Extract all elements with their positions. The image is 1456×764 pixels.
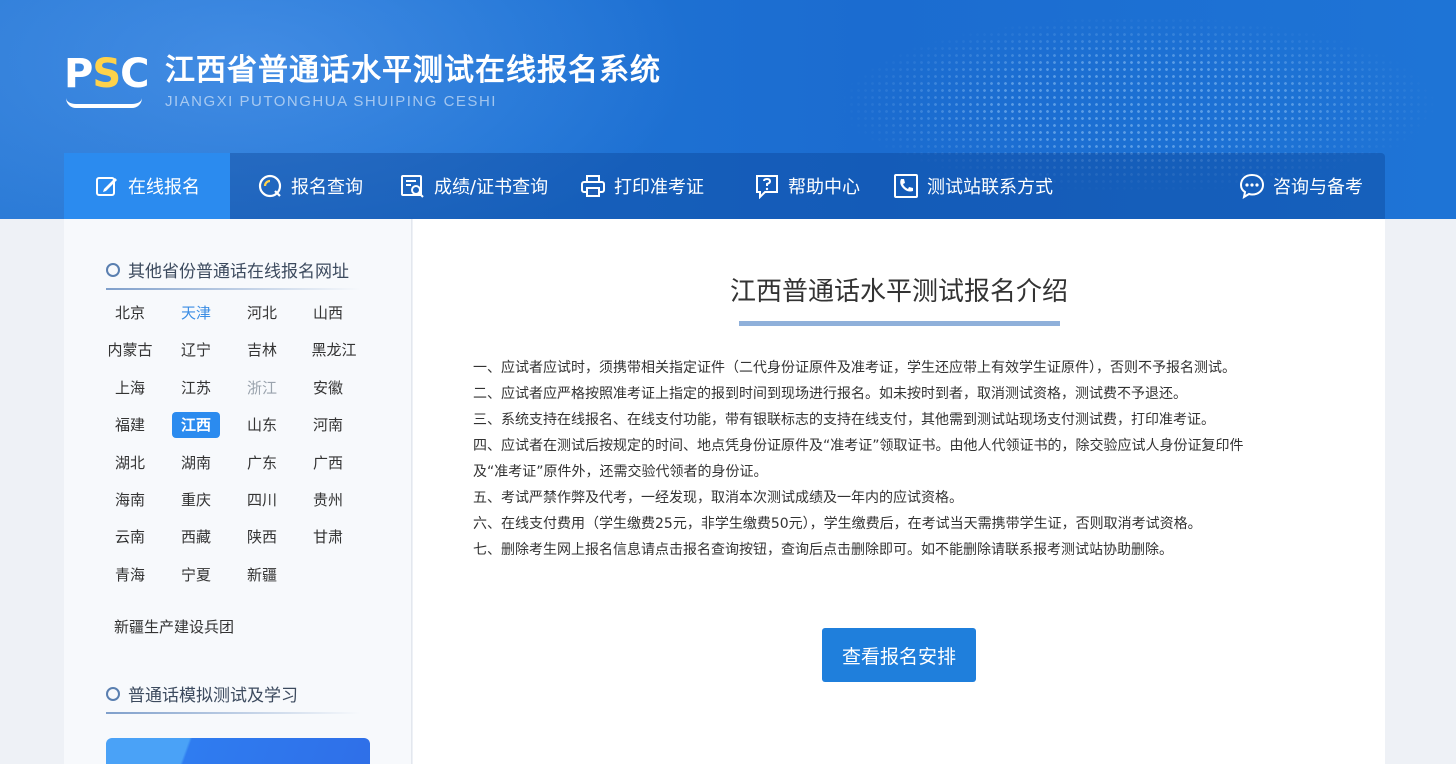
circle-bullet-icon — [106, 686, 120, 701]
section-divider — [106, 288, 360, 290]
nav-label: 测试站联系方式 — [927, 177, 1053, 198]
province-link[interactable]: 重庆 — [172, 487, 220, 513]
phone-icon — [893, 173, 919, 199]
rule-item: 三、系统支持在线报名、在线支付功能，带有银联标志的支持在线支付，其他需到测试站现… — [473, 412, 1215, 428]
province-link[interactable]: 贵州 — [304, 487, 352, 513]
rule-item: 及“准考证”原件外，还需交验代领者的身份证。 — [473, 464, 768, 480]
sidebar: 其他省份普通话在线报名网址 北京 天津 河北 山西 内蒙古 辽宁 吉林 黑龙江 … — [64, 219, 412, 764]
provinces-section-title: 其他省份普通话在线报名网址 — [106, 257, 349, 282]
psc-logo: PSC — [64, 52, 150, 112]
section-divider — [106, 712, 360, 714]
province-link-selected[interactable]: 江西 — [172, 412, 220, 438]
chat-icon — [1239, 173, 1265, 199]
rule-item: 七、删除考生网上报名信息请点击报名查询按钮，查询后点击删除即可。如不能删除请联系… — [473, 542, 1173, 558]
province-link[interactable]: 山西 — [304, 300, 352, 326]
certificate-search-icon — [400, 173, 426, 199]
nav-score-certificate-query[interactable]: 成绩/证书查询 — [400, 153, 548, 219]
nav-print-admission-ticket[interactable]: 打印准考证 — [580, 153, 704, 219]
help-icon — [754, 173, 780, 199]
province-link[interactable]: 内蒙古 — [106, 337, 154, 363]
simulation-section-title: 普通话模拟测试及学习 — [106, 681, 298, 706]
province-link[interactable]: 北京 — [106, 300, 154, 326]
simulation-title-text: 普通话模拟测试及学习 — [128, 686, 298, 706]
province-link[interactable]: 江苏 — [172, 375, 220, 401]
province-link[interactable]: 浙江 — [238, 375, 286, 401]
province-link[interactable]: 天津 — [172, 300, 220, 326]
nav-label: 在线报名 — [128, 177, 200, 198]
nav-help-center[interactable]: 帮助中心 — [754, 153, 860, 219]
province-link[interactable]: 广西 — [304, 450, 352, 476]
circle-bullet-icon — [106, 262, 120, 277]
nav-label: 报名查询 — [291, 177, 363, 198]
province-link[interactable]: 安徽 — [304, 375, 352, 401]
nav-online-registration[interactable]: 在线报名 — [64, 153, 230, 219]
nav-label: 成绩/证书查询 — [434, 177, 549, 198]
nav-test-station-contacts[interactable]: 测试站联系方式 — [893, 153, 1053, 219]
province-link[interactable]: 四川 — [238, 487, 286, 513]
province-link[interactable]: 青海 — [106, 562, 154, 588]
province-link[interactable]: 福建 — [106, 412, 154, 438]
province-link[interactable]: 辽宁 — [172, 337, 220, 363]
nav-label: 帮助中心 — [788, 177, 860, 198]
book-icon — [66, 98, 142, 108]
registration-rules: 一、应试者应试时，须携带相关指定证件（二代身份证原件及准考证，学生还应带上有效学… — [473, 355, 1333, 563]
province-link[interactable]: 山东 — [238, 412, 286, 438]
nav-label: 咨询与备考 — [1273, 177, 1363, 198]
provinces-title-text: 其他省份普通话在线报名网址 — [128, 262, 349, 282]
province-link[interactable]: 甘肃 — [304, 524, 352, 550]
main-content: 江西普通话水平测试报名介绍 一、应试者应试时，须携带相关指定证件（二代身份证原件… — [413, 219, 1385, 764]
province-link[interactable]: 湖北 — [106, 450, 154, 476]
rule-item: 一、应试者应试时，须携带相关指定证件（二代身份证原件及准考证，学生还应带上有效学… — [473, 360, 1236, 376]
rule-item: 六、在线支付费用（学生缴费25元，非学生缴费50元），学生缴费后，在考试当天需携… — [473, 516, 1202, 532]
edit-icon — [94, 173, 120, 199]
rule-item: 五、考试严禁作弊及代考，一经发现，取消本次测试成绩及一年内的应试资格。 — [473, 490, 963, 506]
province-link-xinjiang-bingtuan[interactable]: 新疆生产建设兵团 — [114, 616, 234, 637]
nav-label: 打印准考证 — [614, 177, 704, 198]
printer-icon — [580, 173, 606, 199]
province-link[interactable]: 湖南 — [172, 450, 220, 476]
site-subtitle: JIANGXI PUTONGHUA SHUIPING CESHI — [165, 93, 497, 110]
province-link[interactable]: 宁夏 — [172, 562, 220, 588]
province-link[interactable]: 河北 — [238, 300, 286, 326]
rule-item: 二、应试者应严格按照准考证上指定的报到时间到现场进行报名。如未按时到者，取消测试… — [473, 386, 1187, 402]
province-link[interactable]: 新疆 — [238, 562, 286, 588]
page-title: 江西普通话水平测试报名介绍 — [729, 277, 1068, 307]
province-link[interactable]: 黑龙江 — [304, 337, 364, 363]
province-link[interactable]: 海南 — [106, 487, 154, 513]
nav-registration-query[interactable]: 报名查询 — [257, 153, 363, 219]
simulation-test-banner[interactable] — [106, 738, 370, 764]
main-nav: 在线报名 报名查询 成绩/证书查询 打印准考证 帮助中心 测试站联系方式 咨询与… — [64, 153, 1385, 219]
site-title: 江西省普通话水平测试在线报名系统 — [165, 53, 661, 88]
view-schedule-button[interactable]: 查看报名安排 — [822, 628, 976, 682]
province-link[interactable]: 广东 — [238, 450, 286, 476]
title-underline — [739, 321, 1060, 326]
nav-consult-and-prepare[interactable]: 咨询与备考 — [1239, 153, 1363, 219]
province-link[interactable]: 陕西 — [238, 524, 286, 550]
search-circle-icon — [257, 173, 283, 199]
province-link[interactable]: 云南 — [106, 524, 154, 550]
rule-item: 四、应试者在测试后按规定的时间、地点凭身份证原件及“准考证”领取证书。由他人代领… — [473, 438, 1244, 454]
province-link[interactable]: 西藏 — [172, 524, 220, 550]
province-link[interactable]: 河南 — [304, 412, 352, 438]
province-link[interactable]: 上海 — [106, 375, 154, 401]
province-link[interactable]: 吉林 — [238, 337, 286, 363]
